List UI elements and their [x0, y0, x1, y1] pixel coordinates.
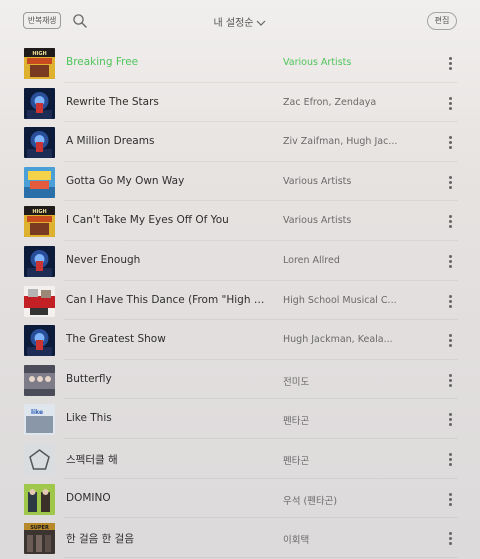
track-title: DOMINO — [66, 491, 111, 504]
track-artist: High School Musical C... — [283, 294, 397, 306]
svg-text:SUPER: SUPER — [30, 525, 49, 531]
track-artist: Various Artists — [283, 57, 352, 68]
album-art-thumbnail — [24, 364, 55, 396]
album-art-thumbnail — [24, 245, 55, 277]
track-row[interactable]: SUPER 한 걸음 한 걸음 이회택 — [0, 518, 480, 558]
track-row[interactable]: 스펙터클 해 펜타곤 — [0, 439, 480, 479]
sort-order-dropdown[interactable]: 내 설정순 — [190, 14, 290, 29]
track-row[interactable]: A Million Dreams Ziv Zaifman, Hugh Jac... — [0, 122, 480, 162]
edit-button[interactable]: 편집 — [427, 12, 457, 30]
track-row[interactable]: like Like This 펜타곤 — [0, 399, 480, 439]
svg-text:HIGH: HIGH — [32, 51, 46, 57]
track-title: The Greatest Show — [66, 333, 166, 346]
track-title: I Can't Take My Eyes Off Of You — [66, 214, 229, 227]
track-title: Butterfly — [66, 372, 112, 385]
album-art-thumbnail — [24, 87, 55, 119]
album-art-thumbnail: like — [24, 404, 55, 436]
track-artist: Various Artists — [283, 215, 352, 227]
album-art-thumbnail: HIGH — [24, 206, 55, 238]
track-artist: Loren Allred — [283, 254, 340, 266]
more-options-icon[interactable] — [446, 213, 454, 229]
more-options-icon[interactable] — [446, 293, 454, 309]
track-artist: Various Artists — [283, 175, 352, 187]
track-artist: Hugh Jackman, Keala... — [283, 334, 393, 346]
track-title: Can I Have This Dance (From "High Sch... — [66, 293, 266, 306]
track-title: A Million Dreams — [66, 135, 155, 148]
track-title: Like This — [66, 412, 112, 425]
track-title: 한 걸음 한 걸음 — [66, 533, 134, 546]
album-art-thumbnail — [24, 285, 55, 317]
track-row[interactable]: Can I Have This Dance (From "High Sch...… — [0, 281, 480, 321]
track-artist: 펜타곤 — [283, 416, 310, 428]
top-bar: 반복재생 내 설정순 편집 — [0, 0, 480, 44]
repeat-play-button[interactable]: 반복재생 — [23, 12, 61, 29]
track-title: Gotta Go My Own Way — [66, 174, 185, 187]
track-title: Rewrite The Stars — [66, 95, 159, 108]
more-options-icon[interactable] — [446, 530, 454, 546]
search-icon[interactable] — [72, 13, 88, 29]
more-options-icon[interactable] — [446, 332, 454, 348]
track-artist: Ziv Zaifman, Hugh Jac... — [283, 136, 398, 148]
chevron-down-icon — [257, 20, 266, 26]
album-art-thumbnail: HIGH — [24, 48, 55, 79]
album-art-thumbnail — [24, 166, 55, 198]
svg-text:like: like — [31, 409, 43, 416]
track-list: HIGH Breaking Free Various Artists Rewrite … — [0, 43, 480, 558]
track-title: 스펙터클 해 — [66, 453, 118, 466]
more-options-icon[interactable] — [446, 55, 454, 71]
track-row[interactable]: HIGH I Can't Take My Eyes Off Of You Vario… — [0, 201, 480, 241]
svg-text:HIGH: HIGH — [32, 209, 46, 215]
track-title: Breaking Free — [66, 56, 139, 68]
album-art-thumbnail — [24, 127, 55, 159]
more-options-icon[interactable] — [446, 491, 454, 507]
more-options-icon[interactable] — [446, 411, 454, 427]
more-options-icon[interactable] — [446, 95, 454, 111]
track-artist: 전미도 — [283, 376, 310, 388]
track-artist: 이회택 — [283, 535, 310, 547]
more-options-icon[interactable] — [446, 134, 454, 150]
album-art-thumbnail — [24, 443, 55, 475]
sort-order-label: 내 설정순 — [213, 18, 254, 29]
track-row[interactable]: DOMINO 우석 (펜타곤) — [0, 479, 480, 519]
track-artist: 펜타곤 — [283, 455, 310, 467]
track-row[interactable]: The Greatest Show Hugh Jackman, Keala... — [0, 320, 480, 360]
track-artist: 우석 (펜타곤) — [283, 495, 338, 507]
track-artist: Zac Efron, Zendaya — [283, 96, 377, 108]
more-options-icon[interactable] — [446, 174, 454, 190]
album-art-thumbnail: SUPER — [24, 523, 55, 555]
track-row[interactable]: Never Enough Loren Allred — [0, 241, 480, 281]
track-row[interactable]: Gotta Go My Own Way Various Artists — [0, 162, 480, 202]
more-options-icon[interactable] — [446, 451, 454, 467]
track-row[interactable]: Butterfly 전미도 — [0, 360, 480, 400]
album-art-thumbnail — [24, 325, 55, 357]
more-options-icon[interactable] — [446, 372, 454, 388]
album-art-thumbnail — [24, 483, 55, 515]
track-title: Never Enough — [66, 253, 141, 266]
track-row[interactable]: HIGH Breaking Free Various Artists — [0, 43, 480, 83]
more-options-icon[interactable] — [446, 253, 454, 269]
track-row[interactable]: Rewrite The Stars Zac Efron, Zendaya — [0, 83, 480, 123]
